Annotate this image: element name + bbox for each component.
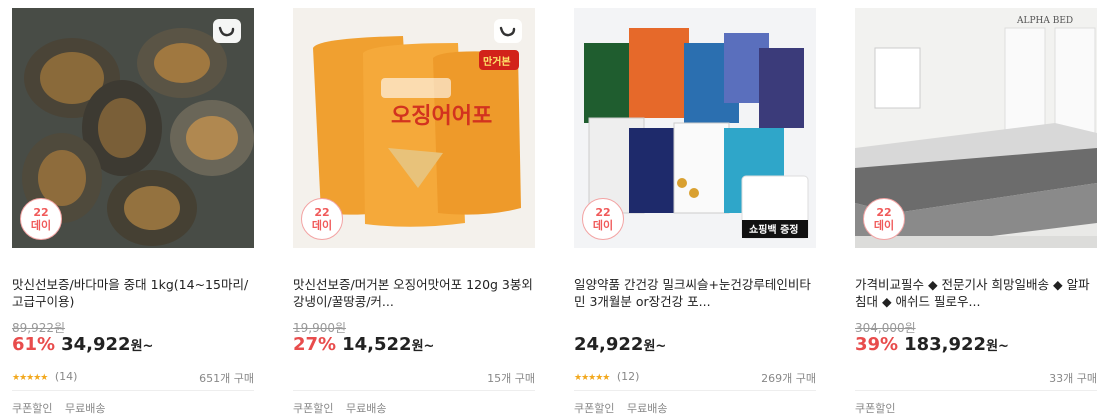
badge-number: 22	[314, 206, 330, 219]
review-count: (12)	[616, 370, 640, 383]
product-meta: ★★★★★ (12) 269개 구매	[574, 370, 816, 386]
review-count: (14)	[54, 370, 78, 383]
purchase-count: 15개 구매	[487, 372, 535, 385]
tag-free-shipping: 무료배송	[64, 402, 106, 415]
purchase-count: 651개 구매	[199, 372, 254, 385]
product-image[interactable]: 쇼핑백 증정 22 데이	[574, 8, 816, 248]
tag-coupon: 쿠폰할인	[12, 402, 53, 415]
product-card[interactable]: ALPHA BED 22 데이 가격비교필수 ◆ 전문기사 희망일배송 ◆ 알파…	[855, 8, 1097, 418]
tag-free-shipping: 무료배송	[345, 402, 387, 415]
tag-coupon: 쿠폰할인	[574, 402, 615, 415]
price-row: 24,922 원~	[574, 334, 666, 355]
sale-price: 24,922	[574, 334, 644, 355]
badge-number: 22	[33, 206, 49, 219]
22-day-badge: 22 데이	[20, 198, 62, 240]
purchase-count: 33개 구매	[1049, 372, 1097, 385]
product-meta: ★★★★★ (14) 651개 구매	[12, 370, 254, 386]
benefit-tags: 쿠폰할인	[855, 400, 904, 416]
tag-coupon: 쿠폰할인	[855, 402, 896, 415]
benefit-tags: 쿠폰할인 무료배송	[574, 400, 676, 416]
currency-suffix: 원~	[130, 339, 154, 354]
product-title[interactable]: 가격비교필수 ◆ 전문기사 희망일배송 ◆ 알파침대 ◆ 애쉬드 필로우...	[855, 276, 1097, 310]
product-meta: 15개 구매	[293, 370, 535, 386]
product-image[interactable]: 오징어어포 만거본 22 데이	[293, 8, 535, 248]
22-day-badge: 22 데이	[582, 198, 624, 240]
brand-text: ALPHA BED	[1016, 16, 1073, 26]
benefit-tags: 쿠폰할인 무료배송	[12, 400, 114, 416]
22-day-badge: 22 데이	[301, 198, 343, 240]
sticker-text: 만거본	[483, 55, 511, 68]
currency-suffix: 원~	[643, 339, 667, 354]
badge-label: 데이	[311, 219, 333, 232]
price-row: 61% 34,922 원~	[12, 334, 153, 355]
product-card[interactable]: 22 데이 맛신선보증/바다마을 중대 1kg(14~15마리/고급구이용) 8…	[12, 8, 254, 418]
price-row: 39% 183,922 원~	[855, 334, 1009, 355]
currency-suffix: 원~	[411, 339, 435, 354]
22-day-badge: 22 데이	[863, 198, 905, 240]
badge-label: 데이	[592, 219, 614, 232]
tag-free-shipping: 무료배송	[626, 402, 668, 415]
currency-suffix: 원~	[986, 339, 1009, 354]
divider	[855, 390, 1097, 391]
product-image[interactable]: ALPHA BED 22 데이	[855, 8, 1097, 248]
price-row: 27% 14,522 원~	[293, 334, 434, 355]
badge-number: 22	[876, 206, 892, 219]
sale-price: 34,922	[61, 334, 131, 355]
product-title[interactable]: 일양약품 간건강 밀크씨슬+눈건강루테인비타민 3개월분 or장건강 포...	[574, 276, 816, 310]
product-name-text: 오징어어포	[391, 104, 492, 129]
badge-label: 데이	[30, 219, 52, 232]
discount-rate: 61%	[12, 334, 56, 355]
divider	[574, 390, 816, 391]
rating-stars: ★★★★★	[12, 373, 48, 383]
product-card[interactable]: 오징어어포 만거본 22 데이 맛신선보증/머거본 오징어맛어포 120g 3봉…	[293, 8, 535, 418]
wishlist-icon[interactable]	[212, 18, 242, 44]
divider	[293, 390, 535, 391]
wishlist-icon[interactable]	[493, 18, 523, 44]
gift-text: 쇼핑백 증정	[749, 223, 798, 236]
badge-number: 22	[595, 206, 611, 219]
rating-stars: ★★★★★	[574, 373, 610, 383]
benefit-tags: 쿠폰할인 무료배송	[293, 400, 395, 416]
product-title[interactable]: 맛신선보증/바다마을 중대 1kg(14~15마리/고급구이용)	[12, 276, 254, 310]
discount-rate: 39%	[855, 334, 899, 355]
divider	[12, 390, 254, 391]
product-card[interactable]: 쇼핑백 증정 22 데이 일양약품 간건강 밀크씨슬+눈건강루테인비타민 3개월…	[574, 8, 816, 418]
product-title[interactable]: 맛신선보증/머거본 오징어맛어포 120g 3봉외 강냉이/꿀땅콩/커...	[293, 276, 535, 310]
product-meta: 33개 구매	[855, 370, 1097, 386]
discount-rate: 27%	[293, 334, 337, 355]
sale-price: 183,922	[904, 334, 987, 355]
badge-label: 데이	[873, 219, 895, 232]
product-image[interactable]: 22 데이	[12, 8, 254, 248]
sale-price: 14,522	[342, 334, 412, 355]
purchase-count: 269개 구매	[761, 372, 816, 385]
tag-coupon: 쿠폰할인	[293, 402, 334, 415]
